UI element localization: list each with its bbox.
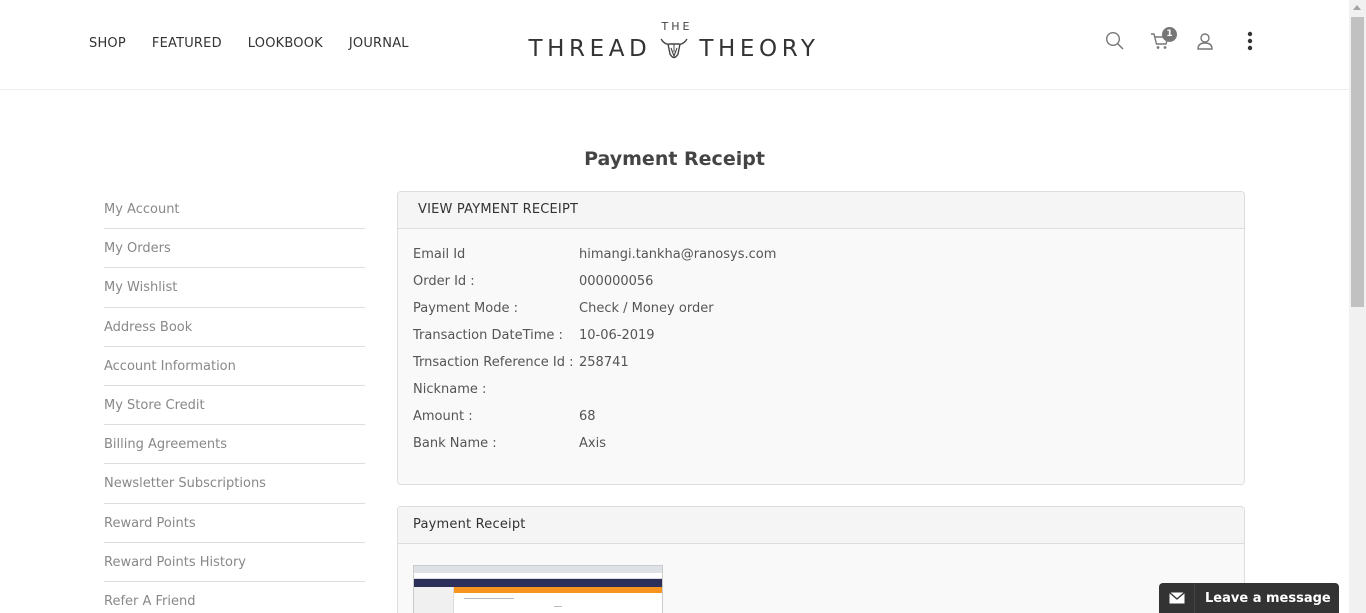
row-value: Axis <box>579 436 606 451</box>
bull-emblem-icon <box>660 38 688 59</box>
row-label: Trnsaction Reference Id : <box>413 355 574 370</box>
leave-message-label: Leave a message <box>1205 590 1331 606</box>
row-value: 000000056 <box>579 274 654 289</box>
scrollbar-thumb[interactable] <box>1351 17 1364 307</box>
envelope-icon <box>1159 583 1195 613</box>
header-icons: 1 <box>1104 27 1284 52</box>
sidebar-item-billing-agreements[interactable]: Billing Agreements <box>104 425 365 465</box>
nav-shop[interactable]: SHOP <box>89 36 126 51</box>
receipt-row: Trnsaction Reference Id : 258741 <box>413 355 776 382</box>
receipt-row: Transaction DateTime : 10-06-2019 <box>413 328 776 355</box>
row-label: Nickname : <box>413 382 487 397</box>
user-icon[interactable] <box>1194 30 1216 52</box>
logo-the: THE <box>661 20 693 33</box>
receipt-row: Email Id himangi.tankha@ranosys.com <box>413 247 776 274</box>
sidebar-item-address-book[interactable]: Address Book <box>104 308 365 347</box>
account-sidebar: My Account My Orders My Wishlist Address… <box>104 190 365 613</box>
sidebar-item-reward-history[interactable]: Reward Points History <box>104 543 365 582</box>
main-nav: SHOP FEATURED LOOKBOOK JOURNAL <box>89 36 435 51</box>
row-label: Email Id <box>413 247 466 262</box>
sidebar-item-my-wishlist[interactable]: My Wishlist <box>104 268 365 308</box>
thumb-nav <box>414 579 662 587</box>
sidebar-item-account-information[interactable]: Account Information <box>104 347 365 386</box>
site-logo[interactable]: THE THREAD THEORY <box>518 20 830 70</box>
receipt-screenshot-thumbnail[interactable] <box>413 565 663 613</box>
receipt-row: Amount : 68 <box>413 409 776 436</box>
nav-lookbook[interactable]: LOOKBOOK <box>248 36 323 51</box>
row-label: Bank Name : <box>413 436 497 451</box>
cart-count-badge: 1 <box>1162 27 1177 42</box>
receipt-row: Payment Mode : Check / Money order <box>413 301 776 328</box>
scroll-up-icon[interactable] <box>1353 5 1361 10</box>
row-value: 10-06-2019 <box>579 328 655 343</box>
row-value: 68 <box>579 409 596 424</box>
sidebar-item-reward-points[interactable]: Reward Points <box>104 504 365 543</box>
row-label: Transaction DateTime : <box>413 328 563 343</box>
nav-featured[interactable]: FEATURED <box>152 36 222 51</box>
more-vertical-icon[interactable] <box>1239 30 1261 52</box>
page-title: Payment Receipt <box>584 148 765 170</box>
nav-journal[interactable]: JOURNAL <box>349 36 409 51</box>
payment-receipt-image-panel: Payment Receipt <box>397 506 1245 613</box>
row-label: Amount : <box>413 409 473 424</box>
row-label: Order Id : <box>413 274 475 289</box>
panel-heading: Payment Receipt <box>398 507 1244 544</box>
row-value: 258741 <box>579 355 629 370</box>
receipt-rows: Email Id himangi.tankha@ranosys.com Order… <box>413 247 776 463</box>
thumb-banner <box>454 587 662 593</box>
thumb-line <box>464 598 514 599</box>
logo-word-right: THEORY <box>699 36 820 62</box>
leave-message-widget[interactable]: Leave a message <box>1159 583 1339 613</box>
sidebar-item-my-orders[interactable]: My Orders <box>104 229 365 269</box>
payment-receipt-details-panel: VIEW PAYMENT RECEIPT Email Id himangi.tan… <box>397 191 1245 485</box>
sidebar-item-refer-friend[interactable]: Refer A Friend <box>104 582 365 613</box>
site-header: SHOP FEATURED LOOKBOOK JOURNAL THE THREA… <box>0 0 1349 90</box>
receipt-row: Nickname : <box>413 382 776 409</box>
row-value: Check / Money order <box>579 301 714 316</box>
cart-icon[interactable]: 1 <box>1149 27 1177 52</box>
page: SHOP FEATURED LOOKBOOK JOURNAL THE THREA… <box>0 0 1366 613</box>
scrollbar[interactable] <box>1349 0 1366 613</box>
receipt-row: Bank Name : Axis <box>413 436 776 463</box>
thumb-sidebar <box>414 587 454 613</box>
row-label: Payment Mode : <box>413 301 518 316</box>
thumb-tabs <box>414 566 662 573</box>
sidebar-item-newsletter[interactable]: Newsletter Subscriptions <box>104 464 365 504</box>
thumb-line <box>554 606 562 607</box>
sidebar-item-store-credit[interactable]: My Store Credit <box>104 386 365 426</box>
sidebar-item-my-account[interactable]: My Account <box>104 190 365 230</box>
row-value: himangi.tankha@ranosys.com <box>579 247 777 262</box>
logo-word-left: THREAD <box>528 36 652 62</box>
panel-heading: VIEW PAYMENT RECEIPT <box>398 192 1244 229</box>
search-icon[interactable] <box>1104 30 1126 52</box>
receipt-row: Order Id : 000000056 <box>413 274 776 301</box>
logo-row: THREAD THEORY <box>518 36 830 62</box>
